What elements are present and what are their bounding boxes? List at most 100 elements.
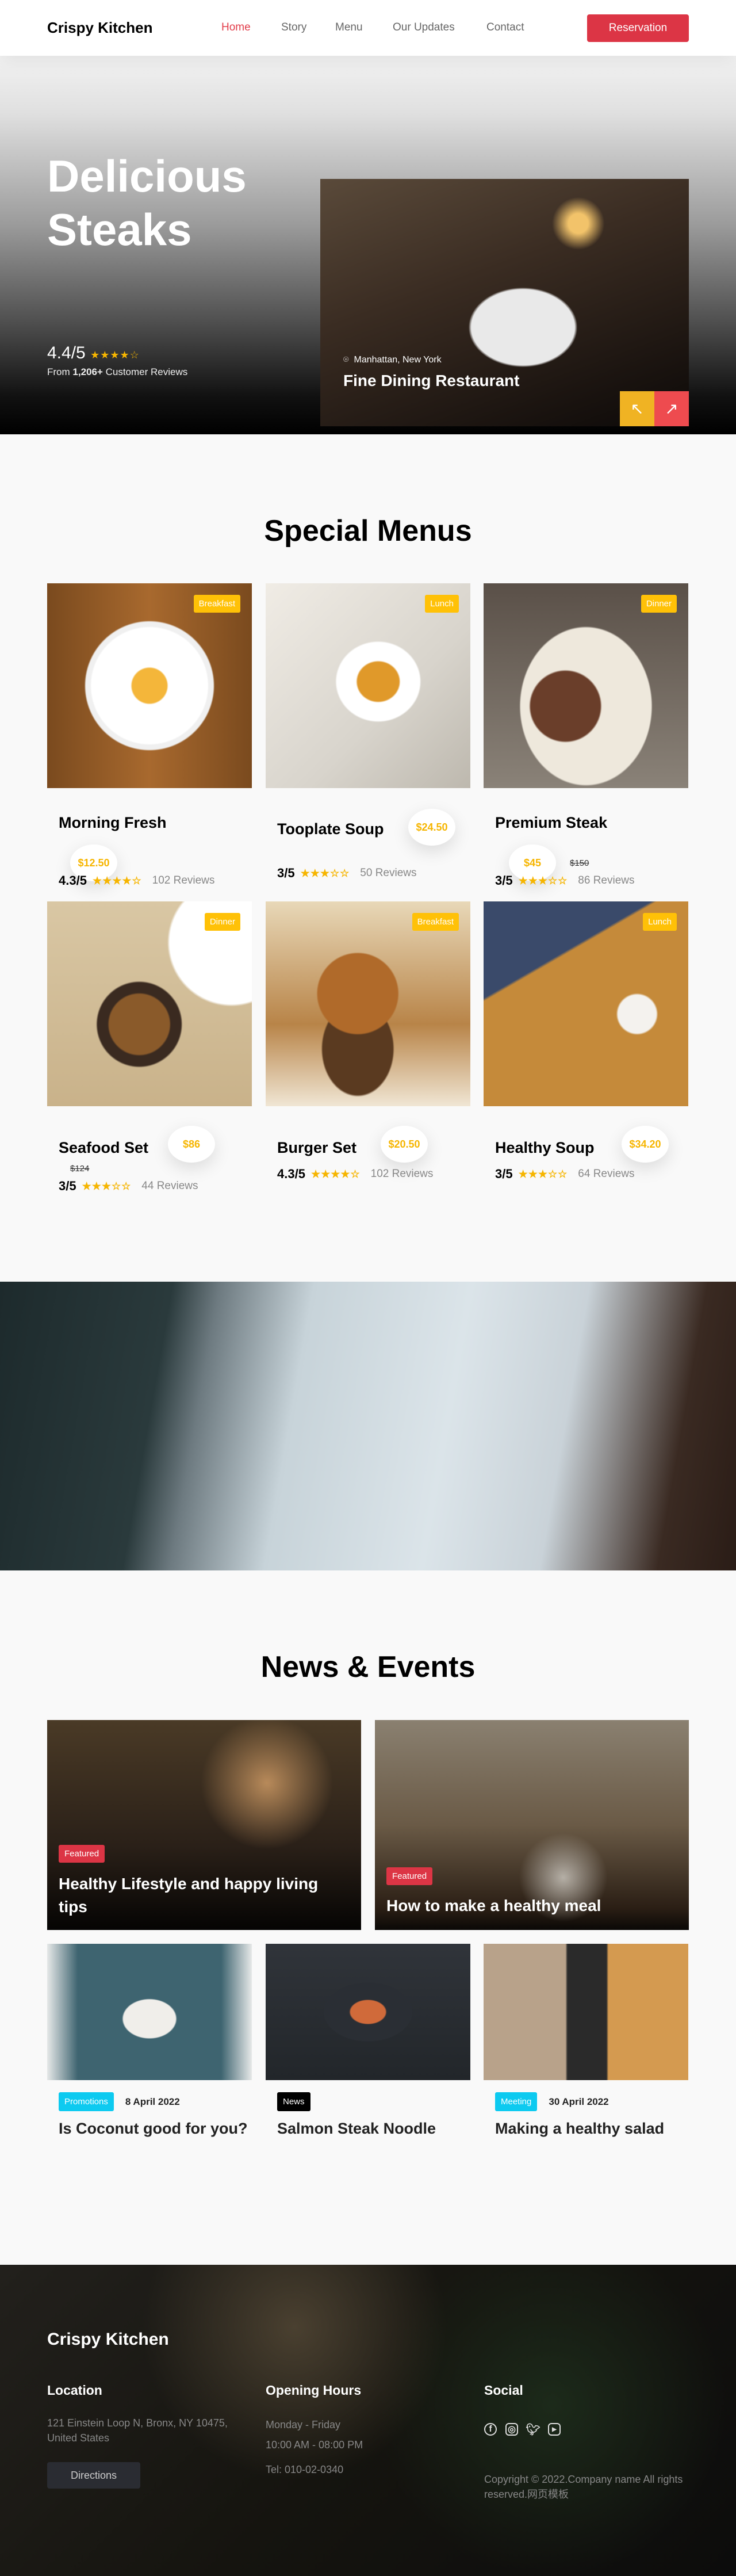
news-featured-title[interactable]: How to make a healthy meal [386, 1894, 674, 1917]
arrow-up-right-icon: ↗ [665, 400, 678, 418]
menu-item-name: Tooplate Soup [277, 820, 384, 838]
category-badge: Dinner [641, 595, 677, 613]
menu-card[interactable]: Dinner Premium Steak $45 $150 3/5 ★★★☆☆ 86… [484, 583, 688, 894]
instagram-icon[interactable]: ◎ [505, 2423, 518, 2436]
news-card[interactable]: News Salmon Steak Noodle [266, 1944, 470, 2174]
review-count[interactable]: 102 Reviews [371, 1168, 434, 1180]
hours: 10:00 AM - 08:00 PM [266, 2439, 363, 2451]
news-featured-card[interactable]: Featured Healthy Lifestyle and happy liv… [47, 1720, 361, 1930]
rating-value: 3/5 [495, 1167, 513, 1181]
nav-story[interactable]: Story [281, 21, 306, 34]
price-badge: $20.50 [381, 1126, 428, 1163]
news-date: 30 April 2022 [549, 2096, 609, 2107]
price-badge: $24.50 [408, 809, 455, 846]
carousel-prev-button[interactable]: ↖ [620, 391, 654, 426]
menu-item-name: Healthy Soup [495, 1139, 595, 1156]
menu-item-name: Seafood Set [59, 1139, 149, 1156]
star-rating-icon: ★★★★☆ [90, 349, 140, 361]
map-pin-icon: ⌾ [343, 355, 349, 365]
rating-value: 4.3/5 [59, 873, 87, 888]
star-rating-icon: ★★★★☆ [92, 874, 142, 886]
rating-value: 4.4/5 [47, 343, 86, 362]
rating-value: 3/5 [495, 873, 513, 888]
menu-item-name: Premium Steak [495, 814, 608, 831]
news-card[interactable]: Promotions 8 April 2022 Is Coconut good … [47, 1944, 252, 2174]
facebook-icon[interactable]: f [484, 2423, 497, 2436]
menu-item-name: Morning Fresh [59, 814, 167, 831]
rating-row: 4.3/5 ★★★★☆ 102 Reviews [59, 873, 214, 888]
rating-row: 3/5 ★★★☆☆ 86 Reviews [495, 873, 635, 888]
twitter-icon[interactable]: 🐦︎ [526, 2423, 540, 2436]
copyright: Copyright © 2022.Company name All rights… [484, 2474, 683, 2500]
parallax-image [0, 1282, 736, 1570]
news-title: News & Events [260, 1650, 476, 1684]
address: 121 Einstein Loop N, Bronx, NY 10475, Uni… [47, 2416, 243, 2445]
nav-home[interactable]: Home [221, 21, 251, 34]
price-badge: $86 [168, 1126, 215, 1163]
nav-our-updates[interactable]: Our Updates [393, 21, 455, 34]
special-menus-title: Special Menus [264, 514, 472, 548]
menu-card[interactable]: Breakfast Burger Set $20.50 4.3/5 ★★★★☆ 10… [266, 901, 470, 1212]
old-price: $150 [570, 858, 589, 868]
brand-logo[interactable]: Crispy Kitchen [47, 19, 153, 37]
menu-card[interactable]: Lunch Tooplate Soup $24.50 3/5 ★★★☆☆ 50 Re… [266, 583, 470, 894]
news-featured-title[interactable]: Healthy Lifestyle and happy living tips [59, 1872, 335, 1918]
youtube-icon[interactable]: ▶ [548, 2423, 561, 2436]
menu-item-name: Burger Set [277, 1139, 357, 1156]
footer: Crispy Kitchen Location 121 Einstein Loo… [0, 2265, 736, 2576]
address-line1: 121 Einstein Loop N, Bronx, NY 10475, [47, 2417, 228, 2429]
navbar: Crispy Kitchen Home Story Menu Our Updat… [0, 0, 736, 56]
category-badge: Dinner [204, 913, 240, 931]
rating-value: 4.3/5 [277, 1167, 305, 1181]
menu-card[interactable]: Dinner Seafood Set $86 $124 3/5 ★★★☆☆ 44 R… [47, 901, 252, 1212]
news-card[interactable]: Meeting 30 April 2022 Making a healthy s… [484, 1944, 688, 2174]
address-line2: United States [47, 2432, 110, 2444]
hero-rating: 4.4/5 ★★★★☆ [47, 343, 140, 363]
days: Monday - Friday [266, 2419, 341, 2430]
news-title[interactable]: Making a healthy salad [495, 2117, 685, 2140]
nav-contact[interactable]: Contact [486, 21, 524, 34]
news-meta: Promotions 8 April 2022 [59, 2092, 180, 2111]
news-image [484, 1944, 688, 2080]
nav-menu[interactable]: Menu [335, 21, 363, 34]
featured-badge: Featured [386, 1867, 433, 1885]
news-category-badge: Promotions [59, 2092, 114, 2111]
review-count[interactable]: 64 Reviews [578, 1168, 634, 1180]
from-text: From [47, 366, 73, 377]
footer-brand: Crispy Kitchen [47, 2330, 169, 2349]
review-count[interactable]: 86 Reviews [578, 874, 634, 887]
featured-badge: Featured [59, 1845, 105, 1863]
category-badge: Lunch [425, 595, 459, 613]
star-rating-icon: ★★★☆☆ [518, 1168, 568, 1180]
telephone[interactable]: Tel: 010-02-0340 [266, 2462, 343, 2477]
review-count[interactable]: 50 Reviews [360, 867, 416, 880]
menu-item-image: Lunch [484, 901, 688, 1106]
menu-card[interactable]: Lunch Healthy Soup $34.20 3/5 ★★★☆☆ 64 Rev… [484, 901, 688, 1212]
news-title[interactable]: Salmon Steak Noodle [277, 2117, 467, 2140]
star-rating-icon: ★★★★☆ [310, 1168, 361, 1180]
review-count[interactable]: 44 Reviews [141, 1180, 198, 1193]
rating-row: 3/5 ★★★☆☆ 64 Reviews [495, 1167, 635, 1182]
hero-location: ⌾ Manhattan, New York [343, 355, 442, 365]
rating-value: 3/5 [59, 1179, 76, 1193]
category-badge: Lunch [643, 913, 677, 931]
star-rating-icon: ★★★☆☆ [300, 867, 350, 879]
rating-value: 3/5 [277, 866, 295, 880]
news-featured-card[interactable]: Featured How to make a healthy meal [375, 1720, 689, 1930]
review-count[interactable]: 102 Reviews [152, 874, 215, 887]
hero-review-count: From 1,206+ Customer Reviews [47, 366, 187, 378]
opening-hours-heading: Opening Hours [266, 2383, 362, 2398]
hero-image-title: Fine Dining Restaurant [343, 372, 520, 389]
news-category-badge: News [277, 2092, 310, 2111]
menu-item-image: Dinner [47, 901, 252, 1106]
news-image [47, 1944, 252, 2080]
rating-row: 4.3/5 ★★★★☆ 102 Reviews [277, 1167, 433, 1182]
rating-row: 3/5 ★★★☆☆ 44 Reviews [59, 1179, 198, 1194]
reservation-button[interactable]: Reservation [587, 14, 689, 42]
menu-card[interactable]: Breakfast Morning Fresh $12.50 4.3/5 ★★★★… [47, 583, 252, 894]
hero-carousel-image: ⌾ Manhattan, New York Fine Dining Restau… [320, 179, 689, 426]
news-title[interactable]: Is Coconut good for you? [59, 2117, 248, 2140]
directions-button[interactable]: Directions [47, 2462, 140, 2489]
carousel-next-button[interactable]: ↗ [654, 391, 689, 426]
category-badge: Breakfast [193, 595, 240, 613]
